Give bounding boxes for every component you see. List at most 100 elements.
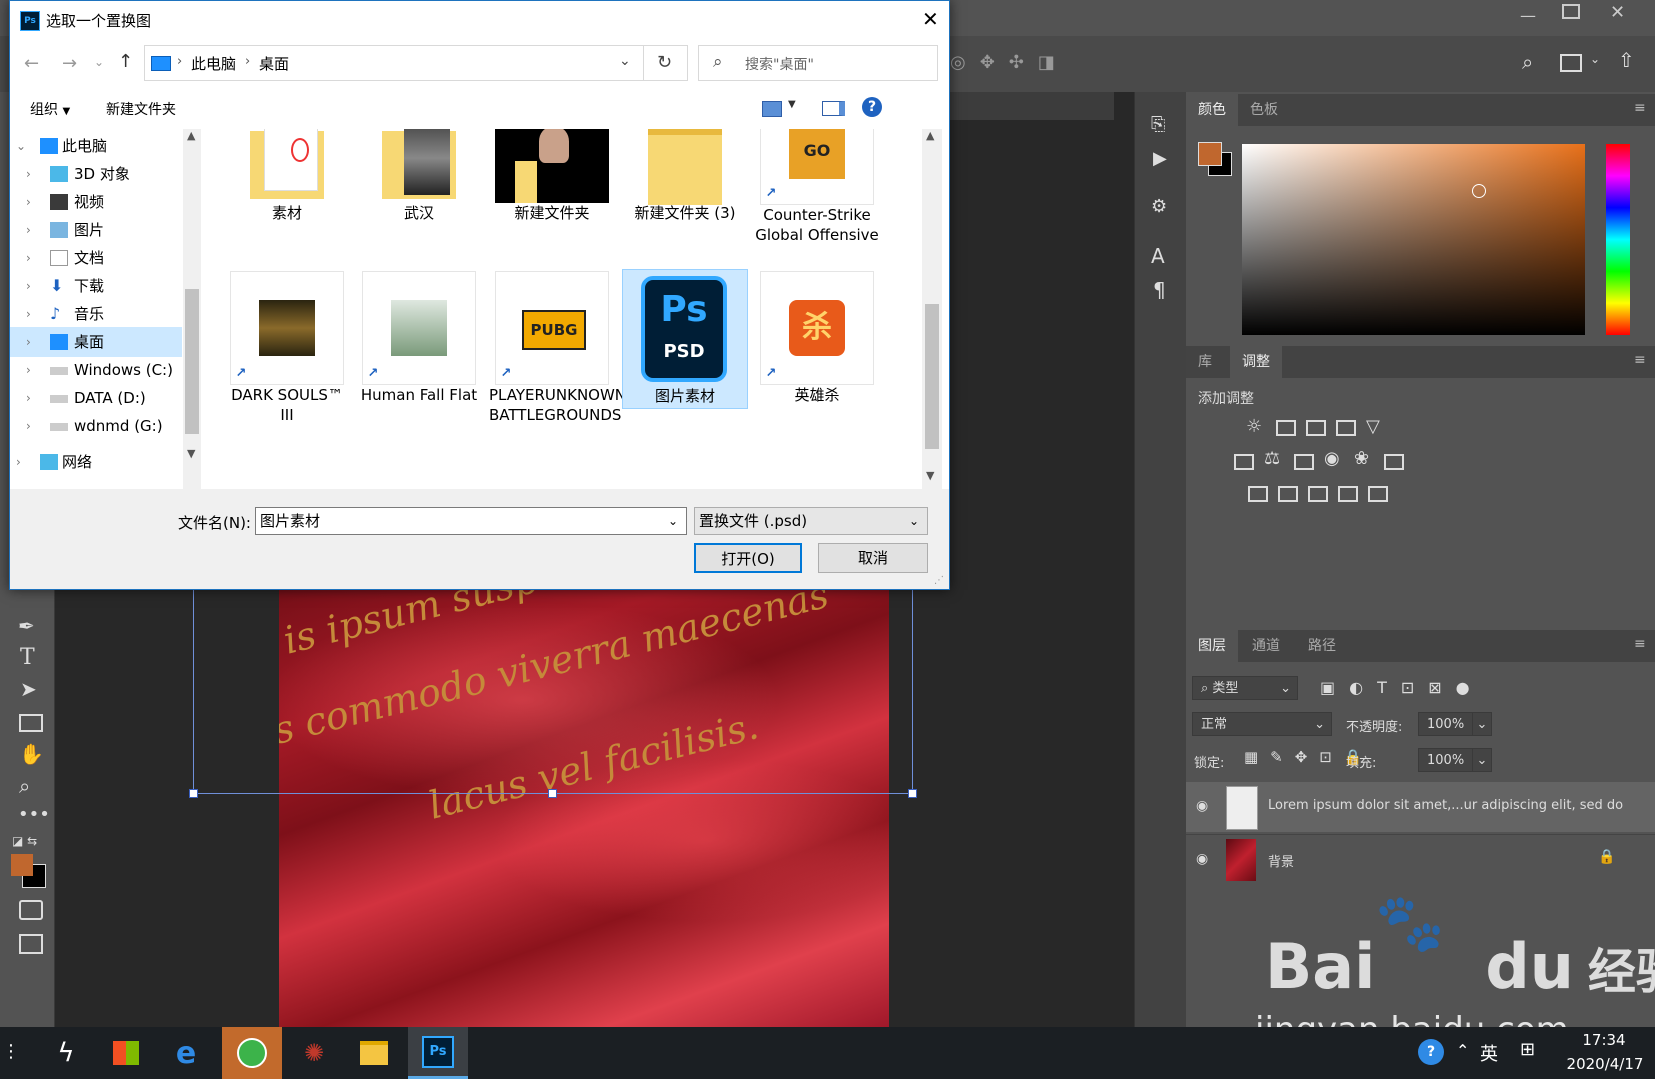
chevron-right-icon[interactable]: › <box>26 299 31 329</box>
tab-paths[interactable]: 路径 <box>1296 630 1348 662</box>
new-folder-button[interactable]: 新建文件夹 <box>106 99 176 119</box>
chevron-down-icon[interactable]: ▼ <box>788 99 796 110</box>
search-icon[interactable]: ⌕ <box>1522 50 1533 74</box>
tab-channels[interactable]: 通道 <box>1240 630 1292 662</box>
nav-item-pictures[interactable]: › 图片 <box>10 215 182 245</box>
file-item-selected[interactable]: Ps PSD 图片素材 <box>622 269 748 409</box>
chevron-right-icon[interactable]: › <box>26 243 31 273</box>
file-item[interactable]: 杀 ↗ 英雄杀 <box>754 271 880 405</box>
tab-libraries[interactable]: 库 <box>1186 346 1224 378</box>
chevron-right-icon[interactable]: › <box>26 327 31 357</box>
chevron-down-icon[interactable]: ⌄ <box>16 131 26 161</box>
curves-icon[interactable] <box>1306 420 1326 436</box>
back-arrow-icon[interactable]: ← <box>24 53 39 74</box>
gradient-map-icon[interactable] <box>1368 486 1388 502</box>
dialog-close-icon[interactable]: ✕ <box>922 7 939 31</box>
file-item[interactable]: ↗ DARK SOULS™ III <box>224 271 350 425</box>
tab-swatches[interactable]: 色板 <box>1238 94 1290 126</box>
minimize-icon[interactable]: — <box>1520 6 1536 25</box>
chevron-right-icon[interactable]: › <box>26 215 31 245</box>
rectangle-tool-icon[interactable] <box>19 714 43 732</box>
foreground-color-swatch[interactable] <box>11 854 33 876</box>
photoshop-taskbar-icon[interactable]: Ps <box>408 1027 468 1079</box>
blend-mode-select[interactable]: 正常 ⌄ <box>1192 712 1332 736</box>
chevron-right-icon[interactable]: › <box>26 383 31 413</box>
ime-indicator[interactable]: 英 <box>1480 1040 1498 1066</box>
layer-kind-filter[interactable]: ⌕ 类型 ⌄ <box>1192 676 1298 700</box>
cancel-button[interactable]: 取消 <box>818 543 928 573</box>
visibility-eye-icon[interactable]: ◉ <box>1196 798 1208 814</box>
task-view-icon[interactable]: ⋮ <box>2 1041 20 1062</box>
file-explorer-icon[interactable] <box>344 1027 404 1079</box>
levels-icon[interactable] <box>1276 420 1296 436</box>
help-icon[interactable]: ? <box>862 97 882 117</box>
address-bar[interactable]: › 此电脑 › 桌面 ⌄ <box>144 45 644 81</box>
transform-bounding-box[interactable] <box>189 560 917 798</box>
hue-slider[interactable] <box>1606 144 1630 335</box>
workspace-icon[interactable] <box>1560 54 1582 72</box>
breadcrumb-desktop[interactable]: 桌面 <box>259 53 289 74</box>
up-arrow-icon[interactable]: ↑ <box>118 51 133 72</box>
game-icon[interactable]: ✺ <box>284 1027 344 1079</box>
app-icon[interactable]: ϟ <box>36 1027 96 1079</box>
chevron-down-icon[interactable]: ⌄ <box>1590 52 1600 66</box>
store-icon[interactable] <box>96 1027 156 1079</box>
screen-mode-icon[interactable] <box>19 934 43 954</box>
color-lookup-icon[interactable] <box>1384 454 1404 470</box>
scroll-down-icon[interactable]: ▼ <box>187 447 195 460</box>
threshold-icon[interactable] <box>1308 486 1328 502</box>
nav-item-videos[interactable]: › 视频 <box>10 187 182 217</box>
nav-item-this-pc[interactable]: ⌄ 此电脑 <box>10 131 182 161</box>
file-item[interactable]: 新建文件夹 <box>489 129 615 223</box>
address-dropdown-icon[interactable]: ⌄ <box>619 53 631 69</box>
maximize-icon[interactable] <box>1562 4 1580 19</box>
pen-tool-icon[interactable]: ✒ <box>18 614 35 638</box>
input-mode-icon[interactable]: ⊞ <box>1520 1039 1535 1060</box>
color-balance-icon[interactable]: ⚖ <box>1264 448 1280 469</box>
file-item[interactable]: GO ↗ Counter-Strike Global Offensive <box>754 129 880 245</box>
tab-adjustments[interactable]: 调整 <box>1230 346 1282 378</box>
filetype-select[interactable]: 置换文件 (.psd) ⌄ <box>694 507 928 535</box>
default-colors-icon[interactable]: ◪ ⇆ <box>12 834 37 848</box>
scroll-up-icon[interactable]: ▲ <box>926 129 934 142</box>
edge-icon[interactable]: e <box>156 1027 216 1079</box>
selective-color-icon[interactable] <box>1338 486 1358 502</box>
refresh-button[interactable]: ↻ <box>644 45 688 81</box>
opacity-dropdown-button[interactable]: ⌄ <box>1472 712 1492 736</box>
open-button[interactable]: 打开(O) <box>694 543 802 573</box>
file-list-scrollbar[interactable]: ▲ ▼ <box>922 129 942 489</box>
scroll-thumb[interactable] <box>925 304 939 449</box>
fg-swatch[interactable] <box>1198 142 1222 166</box>
hue-saturation-icon[interactable] <box>1234 454 1254 470</box>
paragraph-icon[interactable]: ¶ <box>1153 278 1166 302</box>
history-icon[interactable]: ⎘ <box>1151 114 1165 135</box>
nav-item-drive-g[interactable]: › wdnmd (G:) <box>10 411 182 441</box>
layer-row[interactable]: ◉ 背景 🔒 <box>1186 834 1655 885</box>
panel-menu-icon[interactable]: ≡ <box>1634 100 1646 116</box>
nav-item-documents[interactable]: › 文档 <box>10 243 182 273</box>
transform-handle[interactable] <box>908 789 917 798</box>
resize-grip-icon[interactable]: ⋰ <box>934 575 944 586</box>
file-item[interactable]: PUBG ↗ PLAYERUNKNOWN'S BATTLEGROUNDS <box>489 271 640 425</box>
character-icon[interactable]: A <box>1151 244 1165 268</box>
exposure-icon[interactable] <box>1336 420 1356 436</box>
file-item[interactable]: 素材 <box>224 129 350 223</box>
path-select-icon[interactable]: ➤ <box>20 677 37 701</box>
tab-color[interactable]: 颜色 <box>1186 94 1238 126</box>
properties-icon[interactable]: ⚙ <box>1151 196 1167 217</box>
3d-mode-icons[interactable]: ◎✥✣◨ <box>950 52 1069 73</box>
chevron-right-icon[interactable]: › <box>26 355 31 385</box>
chevron-right-icon[interactable]: › <box>26 411 31 441</box>
forward-arrow-icon[interactable]: → <box>62 53 77 74</box>
nav-scrollbar[interactable]: ▲ ▼ <box>183 129 201 489</box>
tray-chevron-up-icon[interactable]: ⌃ <box>1456 1041 1469 1060</box>
share-icon[interactable]: ⇧ <box>1618 48 1635 72</box>
black-white-icon[interactable] <box>1294 454 1314 470</box>
close-icon[interactable]: ✕ <box>1610 2 1625 23</box>
transform-handle[interactable] <box>189 789 198 798</box>
nav-item-drive-d[interactable]: › DATA (D:) <box>10 383 182 413</box>
hand-tool-icon[interactable]: ✋ <box>19 742 44 766</box>
layer-filter-icons[interactable]: ▣◐T⊡⊠● <box>1320 678 1484 697</box>
organize-button[interactable]: 组织 ▼ <box>30 99 70 119</box>
nav-item-3d-objects[interactable]: › 3D 对象 <box>10 159 182 189</box>
